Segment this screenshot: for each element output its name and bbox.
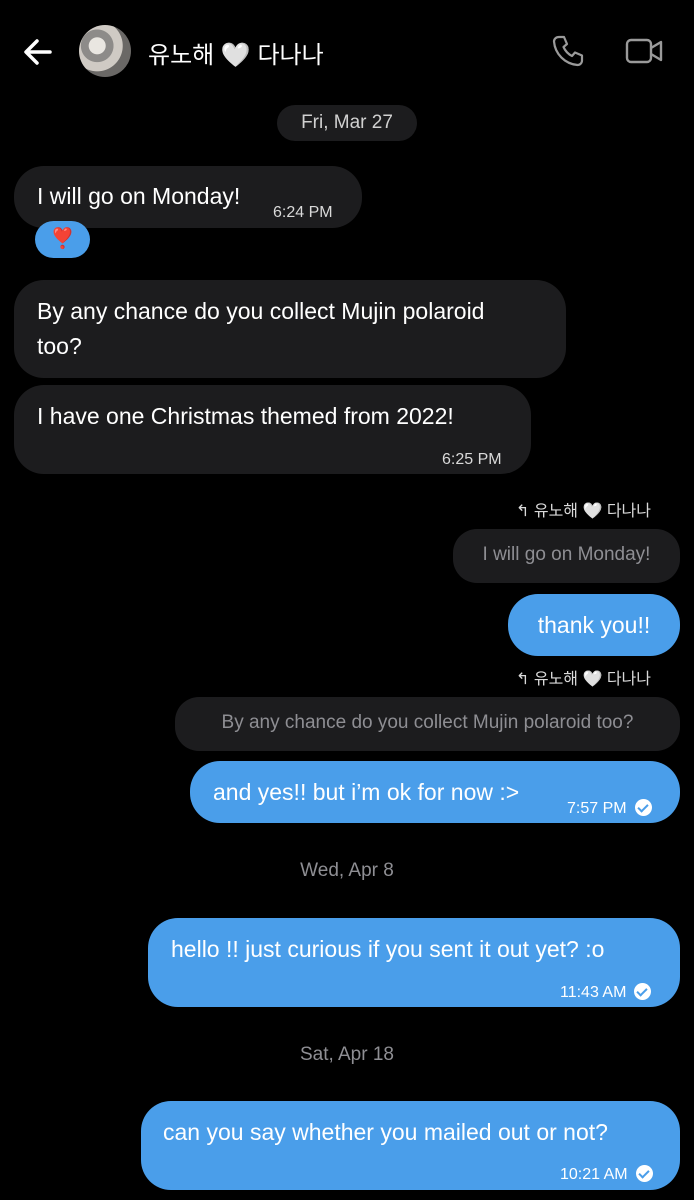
reply-to-label: ↰ 유노해 🤍 다나나 — [516, 503, 651, 520]
message-text: I will go on Monday! — [37, 183, 241, 209]
message-time: 7:57 PM — [567, 791, 652, 826]
quoted-message[interactable]: I will go on Monday! — [453, 529, 680, 583]
outgoing-message[interactable]: can you say whether you mailed out or no… — [141, 1101, 680, 1190]
chat-header: 유노해 🤍 다나나 — [0, 0, 694, 100]
date-separator: Fri, Mar 27 — [277, 105, 417, 141]
read-check-icon — [634, 799, 652, 816]
message-text: can you say whether you mailed out or no… — [163, 1119, 608, 1145]
message-time: 6:25 PM — [442, 451, 502, 468]
phone-icon[interactable] — [551, 34, 585, 68]
message-time: 10:21 AM — [560, 1157, 653, 1192]
message-time: 6:24 PM — [273, 204, 333, 221]
reply-to-label: ↰ 유노해 🤍 다나나 — [516, 671, 651, 688]
message-text: I have one Christmas themed from 2022! — [37, 403, 454, 429]
message-time: 11:43 AM — [560, 975, 652, 1010]
outgoing-message[interactable]: and yes!! but i’m ok for now :> 7:57 PM — [190, 761, 680, 823]
date-separator: Sat, Apr 18 — [299, 1044, 394, 1065]
incoming-message[interactable]: I have one Christmas themed from 2022! 6… — [14, 385, 531, 474]
arrow-left-icon[interactable] — [18, 32, 58, 72]
message-text: and yes!! but i’m ok for now :> — [213, 779, 520, 805]
date-separator: Wed, Apr 8 — [300, 860, 394, 881]
read-check-icon — [634, 983, 652, 1000]
contact-name[interactable]: 유노해 🤍 다나나 — [148, 35, 324, 70]
read-check-icon — [635, 1165, 653, 1182]
message-text: hello !! just curious if you sent it out… — [171, 936, 605, 962]
incoming-message[interactable]: I will go on Monday! 6:24 PM — [14, 166, 362, 228]
message-text-line: too? — [37, 333, 82, 359]
message-text-line: By any chance do you collect Mujin polar… — [37, 298, 485, 324]
outgoing-message[interactable]: hello !! just curious if you sent it out… — [148, 918, 680, 1007]
outgoing-message[interactable]: thank you!! — [508, 594, 680, 656]
video-camera-icon[interactable] — [624, 36, 664, 66]
heart-reaction-icon[interactable]: ❣️ — [35, 221, 90, 258]
quoted-message[interactable]: By any chance do you collect Mujin polar… — [175, 697, 680, 751]
incoming-message[interactable]: By any chance do you collect Mujin polar… — [14, 280, 566, 378]
avatar[interactable] — [79, 25, 131, 77]
